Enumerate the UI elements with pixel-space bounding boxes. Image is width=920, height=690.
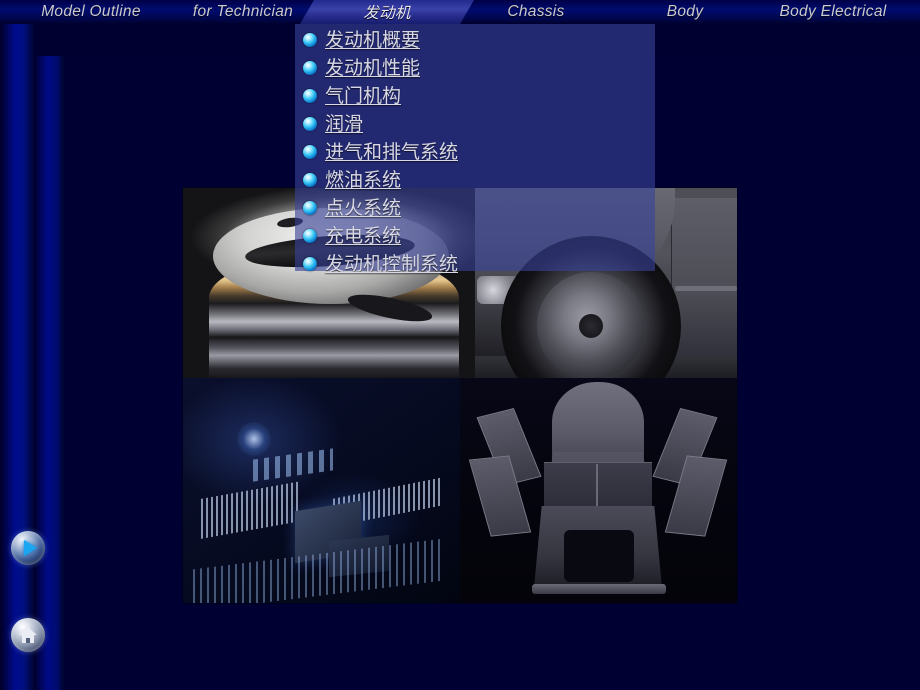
nav-tab-chassis[interactable]: Chassis bbox=[462, 0, 610, 24]
nav-tab-body[interactable]: Body bbox=[620, 0, 750, 24]
sphere-bullet-icon bbox=[303, 201, 317, 215]
top-navigation-bar: Model Outline for Technician 发动机 Chassis… bbox=[0, 0, 920, 24]
home-icon-door bbox=[26, 638, 30, 643]
wheel-hub-shape bbox=[579, 314, 603, 338]
car-engine-bay-shape bbox=[564, 530, 634, 582]
sphere-bullet-icon bbox=[303, 33, 317, 47]
menu-item-lubrication[interactable]: 润滑 bbox=[303, 110, 723, 138]
menu-item-label: 点火系统 bbox=[325, 197, 402, 219]
menu-item-label: 进气和排气系统 bbox=[325, 141, 459, 163]
sphere-bullet-icon bbox=[303, 89, 317, 103]
sphere-bullet-icon bbox=[303, 117, 317, 131]
nav-tab-engine-active[interactable]: 发动机 bbox=[300, 0, 474, 24]
background-frame-band-outer bbox=[0, 22, 34, 690]
next-slide-icon bbox=[23, 540, 37, 556]
background-frame-band-inner bbox=[34, 56, 64, 690]
nav-tab-model-outline[interactable]: Model Outline bbox=[6, 0, 176, 24]
nav-tab-label: for Technician bbox=[192, 3, 294, 20]
nav-tab-label: Model Outline bbox=[41, 3, 141, 20]
circuit-smd-row-shape bbox=[253, 448, 333, 482]
circuit-pin-row-shape bbox=[201, 481, 301, 539]
home-icon bbox=[19, 627, 37, 643]
home-button[interactable] bbox=[11, 618, 45, 652]
circuit-board-photo bbox=[183, 378, 460, 603]
menu-item-engine-overview[interactable]: 发动机概要 bbox=[303, 26, 723, 54]
nav-tab-for-technician[interactable]: for Technician bbox=[168, 0, 318, 24]
sphere-bullet-icon bbox=[303, 257, 317, 271]
menu-item-label: 发动机控制系统 bbox=[325, 253, 459, 275]
car-body-shell-photo bbox=[460, 378, 737, 603]
menu-item-label: 充电系统 bbox=[325, 225, 402, 247]
car-door-trim-shape bbox=[675, 286, 737, 291]
circuit-glow-shape bbox=[237, 422, 271, 456]
menu-item-valve-mechanism[interactable]: 气门机构 bbox=[303, 82, 723, 110]
menu-item-label: 燃油系统 bbox=[325, 169, 402, 191]
menu-item-fuel-system[interactable]: 燃油系统 bbox=[303, 166, 723, 194]
nav-tab-label: Body bbox=[666, 3, 704, 20]
sphere-bullet-icon bbox=[303, 145, 317, 159]
menu-item-label: 气门机构 bbox=[325, 85, 402, 107]
menu-item-ignition-system[interactable]: 点火系统 bbox=[303, 194, 723, 222]
sphere-bullet-icon bbox=[303, 229, 317, 243]
nav-tab-label: Chassis bbox=[507, 3, 565, 20]
slide-canvas: Model Outline for Technician 发动机 Chassis… bbox=[0, 0, 920, 690]
menu-item-label: 发动机概要 bbox=[325, 29, 421, 51]
nav-tab-label: 发动机 bbox=[363, 5, 411, 22]
menu-item-label: 润滑 bbox=[325, 113, 364, 135]
engine-topic-menu: 发动机概要 发动机性能 气门机构 润滑 进气和排气系统 燃油系统 点火系统 充电… bbox=[303, 26, 723, 278]
next-slide-button[interactable] bbox=[11, 531, 45, 565]
nav-tab-body-electrical[interactable]: Body Electrical bbox=[748, 0, 918, 24]
menu-item-label: 发动机性能 bbox=[325, 57, 421, 79]
menu-item-engine-performance[interactable]: 发动机性能 bbox=[303, 54, 723, 82]
car-bumper-shape bbox=[532, 584, 666, 594]
menu-item-intake-exhaust-system[interactable]: 进气和排气系统 bbox=[303, 138, 723, 166]
menu-item-charging-system[interactable]: 充电系统 bbox=[303, 222, 723, 250]
sphere-bullet-icon bbox=[303, 173, 317, 187]
sphere-bullet-icon bbox=[303, 61, 317, 75]
nav-tab-label: Body Electrical bbox=[779, 3, 887, 20]
menu-item-engine-control-system[interactable]: 发动机控制系统 bbox=[303, 250, 723, 278]
